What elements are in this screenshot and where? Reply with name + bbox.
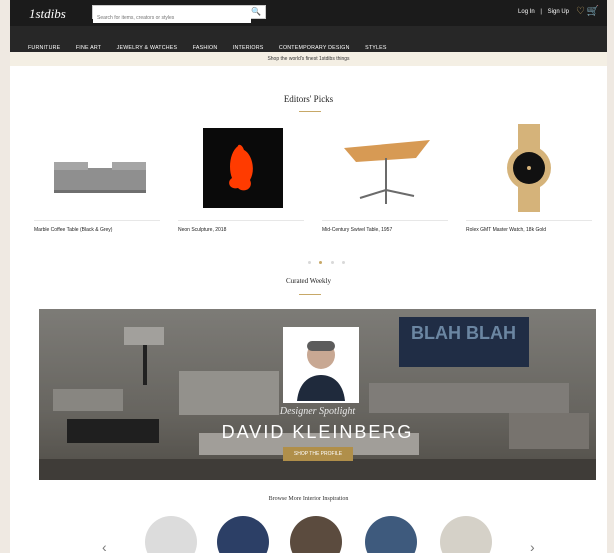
watch-image (507, 124, 551, 212)
product-caption[interactable]: Mid-Century Swivel Table, 1957 (322, 227, 448, 233)
product-image[interactable] (178, 118, 304, 218)
art-image (203, 128, 283, 208)
inspiration-thumb-1[interactable] (145, 516, 197, 553)
nav-item-fashion[interactable]: FASHION (193, 45, 218, 51)
designer-name[interactable]: DAVID KLEINBERG (39, 422, 596, 443)
nav-item-interiors[interactable]: INTERIORS (233, 45, 264, 51)
account-links: Log In | Sign Up (516, 9, 571, 15)
designer-spotlight-banner[interactable]: BLAH BLAH Designer Spotlight DAVID KLEIN… (39, 309, 596, 480)
swivel-table-image (344, 140, 430, 204)
nav-item-furniture[interactable]: FURNITURE (28, 45, 60, 51)
page-frame: 1stdibs 🔍 Log In | Sign Up ♡ 🛒 FURNITURE… (10, 0, 607, 553)
inspiration-thumb-5[interactable] (440, 516, 492, 553)
editors-picks-title: Editors' Picks (283, 94, 334, 104)
site-logo[interactable]: 1stdibs (29, 6, 66, 22)
title-rule (299, 111, 321, 112)
inspiration-title: Browse More Interior Inspiration (268, 496, 349, 502)
product-card-2[interactable]: Neon Sculpture, 2018 (178, 118, 304, 233)
carousel-dots (306, 251, 347, 269)
search-input[interactable] (93, 13, 251, 23)
title-rule (299, 294, 321, 295)
cart-icon[interactable]: 🛒 (587, 6, 599, 17)
product-card-1[interactable]: Marble Coffee Table (Black & Grey) (34, 118, 160, 233)
account-separator: | (540, 9, 542, 15)
product-caption[interactable]: Neon Sculpture, 2018 (178, 227, 304, 233)
product-image[interactable] (34, 118, 160, 218)
product-caption[interactable]: Rolex GMT Master Watch, 18k Gold (466, 227, 592, 233)
nav-item-fine-art[interactable]: FINE ART (76, 45, 101, 51)
carousel-dot[interactable] (308, 261, 311, 264)
designer-portrait (283, 327, 359, 403)
product-image[interactable] (466, 118, 592, 218)
carousel-dot-active[interactable] (319, 261, 323, 264)
nav-item-styles[interactable]: STYLES (365, 45, 387, 51)
signup-link[interactable]: Sign Up (548, 9, 569, 15)
table-image (54, 162, 146, 193)
promo-banner[interactable]: Shop the world's finest 1stdibs things (10, 52, 607, 66)
product-card-4[interactable]: Rolex GMT Master Watch, 18k Gold (466, 118, 592, 233)
heart-icon[interactable]: ♡ (576, 6, 585, 17)
designer-avatar (285, 329, 357, 401)
spotlight-subtitle: Designer Spotlight (279, 406, 356, 417)
curated-weekly-title: Curated Weekly (286, 277, 331, 285)
carousel-dot[interactable] (342, 261, 346, 264)
shop-profile-button[interactable]: SHOP THE PROFILE (283, 447, 353, 461)
main-navigation: FURNITURE FINE ART JEWELRY & WATCHES FAS… (10, 26, 607, 52)
inspiration-thumb-3[interactable] (290, 516, 342, 553)
nav-item-contemporary-design[interactable]: CONTEMPORARY DESIGN (279, 45, 350, 51)
search-box[interactable]: 🔍 (92, 5, 266, 23)
product-caption[interactable]: Marble Coffee Table (Black & Grey) (34, 227, 160, 233)
chevron-right-icon[interactable]: › (530, 539, 535, 553)
inspiration-thumb-2[interactable] (217, 516, 269, 553)
login-link[interactable]: Log In (518, 9, 535, 15)
inspiration-thumb-4[interactable] (365, 516, 417, 553)
carousel-dot[interactable] (330, 261, 334, 264)
search-icon[interactable]: 🔍 (251, 7, 261, 16)
product-card-3[interactable]: Mid-Century Swivel Table, 1957 (322, 118, 448, 233)
top-header: 1stdibs 🔍 Log In | Sign Up ♡ 🛒 (10, 0, 607, 26)
product-image[interactable] (322, 118, 448, 218)
chevron-left-icon[interactable]: ‹ (102, 539, 107, 553)
nav-item-jewelry-watches[interactable]: JEWELRY & WATCHES (117, 45, 178, 51)
